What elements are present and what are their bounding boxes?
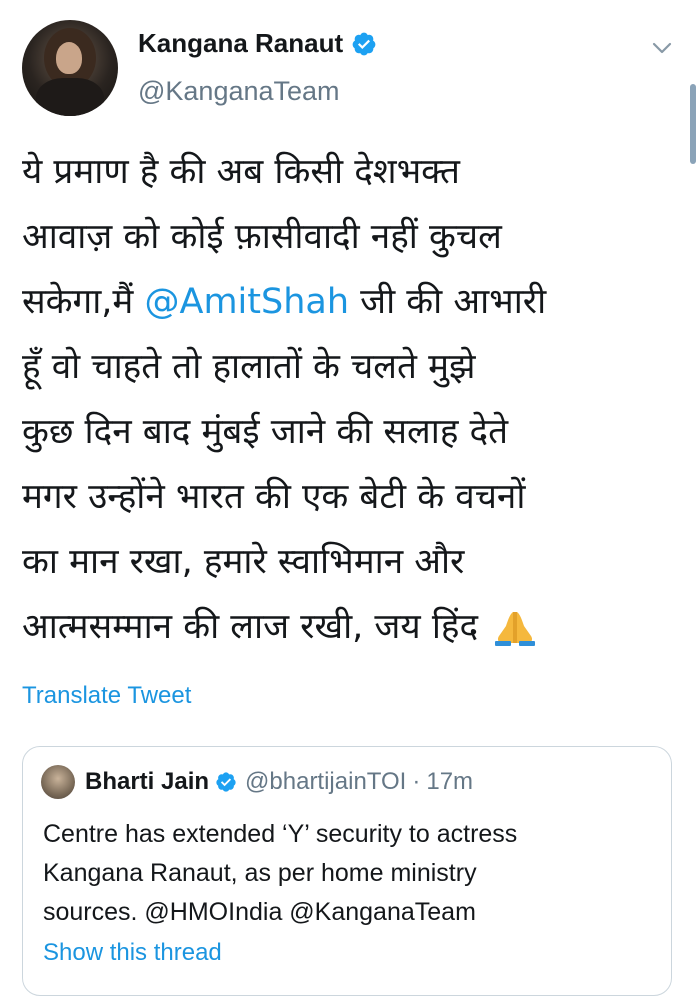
quoted-tweet-text: Centre has extended ‘Y’ security to actr…	[43, 815, 653, 932]
translate-tweet-link[interactable]: Translate Tweet	[22, 682, 191, 710]
tweet-text-line: का मान रखा, हमारे स्वाभिमान और	[22, 542, 465, 582]
tweet-author-display-name[interactable]: Kangana Ranaut	[138, 28, 343, 59]
tweet-author-avatar[interactable]	[22, 20, 118, 116]
tweet-text: ये प्रमाण है की अब किसी देशभक्त आवाज़ को…	[22, 140, 682, 660]
tweet-author-handle[interactable]: @KanganaTeam	[138, 76, 340, 107]
avatar-face	[56, 42, 82, 74]
quoted-tweet-card[interactable]: Bharti Jain @bhartijainTOI · 17m Centre …	[22, 746, 672, 996]
mention-link-amitshah[interactable]: @AmitShah	[145, 282, 350, 322]
tweet-text-line: ये प्रमाण है की अब किसी देशभक्त	[22, 152, 460, 192]
verified-badge-icon	[352, 32, 376, 55]
quoted-text-line: Kangana Ranaut, as per home ministry	[43, 859, 477, 887]
quoted-author-avatar	[41, 765, 75, 799]
tweet-text-line: हूँ वो चाहते तो हालातों के चलते मुझे	[22, 347, 476, 387]
dot-separator: ·	[412, 768, 421, 795]
quoted-tweet-timestamp: 17m	[426, 768, 474, 795]
tweet-text-line: मगर उन्होंने भारत की एक बेटी के वचनों	[22, 477, 526, 517]
quoted-text-line: Centre has extended ‘Y’ security to actr…	[43, 820, 518, 848]
tweet-text-line: आवाज़ को कोई फ़ासीवादी नहीं कुचल	[22, 217, 502, 257]
scrollbar-thumb[interactable]	[690, 84, 696, 164]
tweet-text-line: कुछ दिन बाद मुंबई जाने की सलाह देते	[22, 412, 509, 452]
quoted-author-handle: @bhartijainTOI	[245, 768, 407, 795]
tweet-text-line: आत्मसम्मान की लाज रखी, जय हिंद	[22, 595, 682, 660]
folded-hands-emoji-icon	[495, 612, 536, 646]
quoted-text-line: sources. @HMOIndia @KanganaTeam	[43, 898, 476, 926]
quoted-author-display-name: Bharti Jain	[85, 768, 210, 795]
show-this-thread-link[interactable]: Show this thread	[43, 939, 222, 967]
avatar-body	[36, 78, 104, 116]
chevron-down-icon[interactable]	[650, 36, 674, 60]
tweet-author-name-row: Kangana Ranaut	[138, 28, 377, 59]
tweet-text-line: सकेगा,मैं @AmitShah जी की आभारी	[22, 282, 547, 322]
verified-badge-icon	[216, 772, 236, 792]
quoted-tweet-header: Bharti Jain @bhartijainTOI · 17m	[41, 765, 473, 799]
